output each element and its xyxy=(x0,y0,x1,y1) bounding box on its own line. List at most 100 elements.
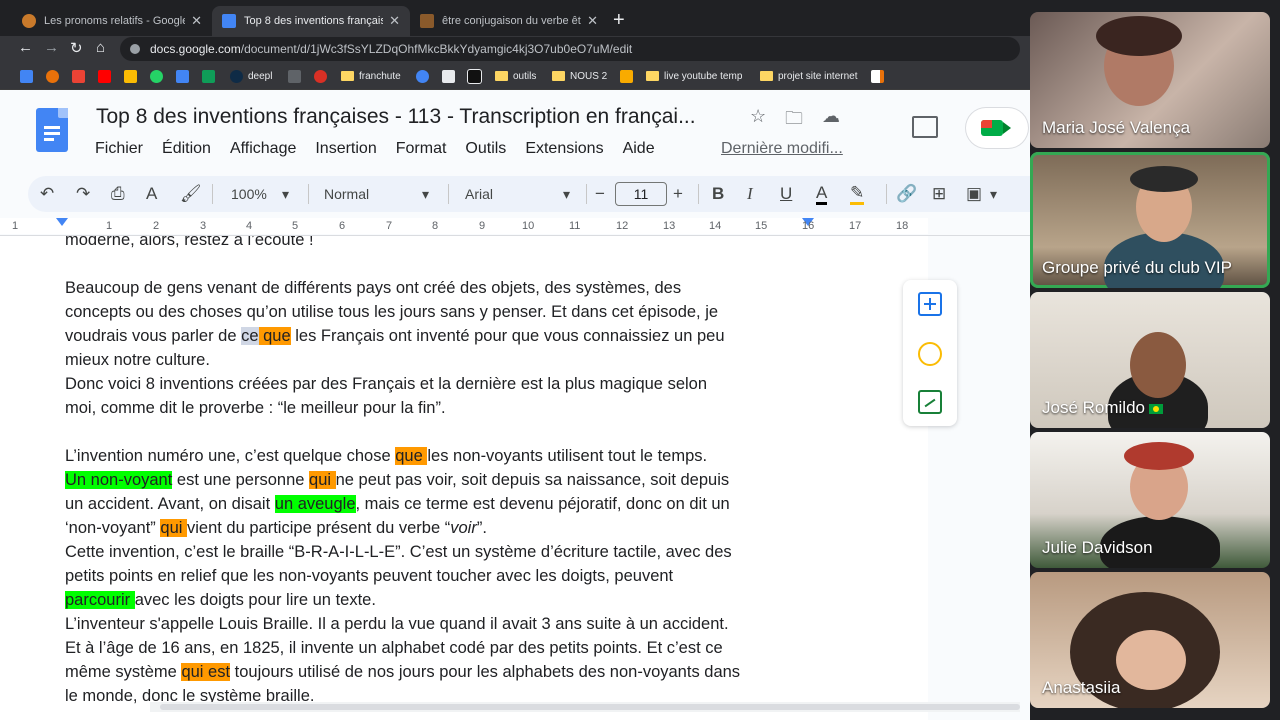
text-run: un accident. Avant, on disait xyxy=(65,495,275,513)
text-color-icon[interactable]: A xyxy=(816,184,828,205)
gmail-icon xyxy=(72,69,85,83)
forward-arrow-icon[interactable]: → xyxy=(44,39,59,56)
bookmark-outils[interactable]: outils xyxy=(495,68,536,84)
menu-affichage[interactable]: Affichage xyxy=(230,140,296,158)
undo-icon[interactable]: ↶ xyxy=(40,184,54,204)
bookmark-icon-only[interactable] xyxy=(46,68,64,84)
chevron-down-icon[interactable]: ▾ xyxy=(563,186,570,203)
reload-icon[interactable]: ↻ xyxy=(70,39,83,57)
bookmark-nous2[interactable]: NOUS 2 xyxy=(552,68,607,84)
add-comment-icon[interactable] xyxy=(918,292,942,316)
ruler-number: 1 xyxy=(12,220,19,232)
bookmark-icon-only[interactable] xyxy=(416,68,434,84)
participant-hair xyxy=(1096,16,1182,56)
style-select[interactable]: Normal xyxy=(324,186,369,202)
meet-button[interactable] xyxy=(966,108,1028,148)
bold-icon[interactable]: B xyxy=(712,184,724,204)
participant-tile[interactable]: Anastasiia xyxy=(1030,572,1270,708)
brazil-flag-icon xyxy=(1149,403,1163,414)
bookmark-icon-only[interactable] xyxy=(620,68,638,84)
bookmark-icon-only[interactable] xyxy=(314,68,332,84)
bookmark-icon-only[interactable] xyxy=(98,68,116,84)
font-select[interactable]: Arial xyxy=(465,186,493,202)
menu-insertion[interactable]: Insertion xyxy=(315,140,376,158)
page-favicon-icon xyxy=(420,14,434,28)
font-size-input[interactable]: 11 xyxy=(615,182,667,206)
bookmark-projet-site-internet[interactable]: projet site internet xyxy=(760,68,858,84)
chevron-down-icon[interactable]: ▾ xyxy=(422,186,429,203)
close-tab-icon[interactable]: ✕ xyxy=(389,13,400,29)
ruler-band xyxy=(0,218,928,234)
participant-tile[interactable]: Julie Davidson xyxy=(1030,432,1270,568)
bookmark-icon-only[interactable] xyxy=(288,68,306,84)
home-icon[interactable]: ⌂ xyxy=(96,39,105,56)
bookmark-favicon-icon xyxy=(620,69,633,83)
highlight-color-icon[interactable]: ✎ xyxy=(850,184,865,205)
bookmark-live-youtube-temp[interactable]: live youtube temp xyxy=(646,68,742,84)
highlighted-text: qui xyxy=(309,471,336,489)
browser-tab[interactable]: être conjugaison du verbe être - ✕ xyxy=(410,6,608,36)
scrollbar-thumb[interactable] xyxy=(160,704,1020,710)
browser-tab-active[interactable]: Top 8 des inventions françaises - ✕ xyxy=(212,6,410,36)
text-line: Un non-voyant est une personne qui ne pe… xyxy=(65,468,729,492)
docs-logo-icon[interactable] xyxy=(36,108,68,152)
bookmark-favicon-icon xyxy=(468,69,481,83)
participant-tile-active[interactable]: Groupe privé du club VIP xyxy=(1030,152,1270,288)
cloud-saved-icon[interactable]: ☁ xyxy=(822,106,840,127)
new-tab-button[interactable]: + xyxy=(613,9,625,32)
horizontal-scrollbar[interactable] xyxy=(150,702,1020,712)
decrease-font-size-icon[interactable]: − xyxy=(595,184,605,204)
document-title[interactable]: Top 8 des inventions françaises - 113 - … xyxy=(96,105,696,129)
participant-tile[interactable]: José Romildo xyxy=(1030,292,1270,428)
bookmark-deepl[interactable]: deepl xyxy=(230,68,272,84)
paint-format-icon[interactable]: 🖌 xyxy=(180,184,202,204)
text-line: L’inventeur s'appelle Louis Braille. Il … xyxy=(65,615,729,633)
chevron-down-icon[interactable]: ▾ xyxy=(282,186,289,203)
bookmark-icon-only[interactable] xyxy=(72,68,90,84)
close-tab-icon[interactable]: ✕ xyxy=(587,13,598,29)
menu-aide[interactable]: Aide xyxy=(623,140,655,158)
last-modified-link[interactable]: Dernière modifi... xyxy=(721,140,843,158)
spellcheck-icon[interactable]: A xyxy=(146,184,157,204)
insert-link-icon[interactable]: 🔗 xyxy=(896,184,917,204)
meet-camera-icon xyxy=(981,120,1011,136)
text-run: même système xyxy=(65,663,182,681)
menu-outils[interactable]: Outils xyxy=(465,140,506,158)
bookmark-franchute[interactable]: franchute xyxy=(341,68,401,84)
participant-tile[interactable]: Maria José Valença xyxy=(1030,12,1270,148)
bookmark-icon-only[interactable] xyxy=(20,68,38,84)
print-icon[interactable]: ⎙ xyxy=(111,184,125,204)
chevron-down-icon[interactable]: ▾ xyxy=(990,186,997,203)
underline-icon[interactable]: U xyxy=(780,184,792,204)
browser-tab[interactable]: Les pronoms relatifs - Google Ja ✕ xyxy=(12,6,212,36)
move-folder-icon[interactable]: 🗀 xyxy=(785,106,803,136)
redo-icon[interactable]: ↷ xyxy=(76,184,90,204)
close-tab-icon[interactable]: ✕ xyxy=(191,13,202,29)
address-bar[interactable]: docs.google.com /document/d/1jWc3fSsYLZD… xyxy=(120,37,1020,61)
comments-icon[interactable] xyxy=(912,116,938,138)
ruler-number: 8 xyxy=(432,220,439,232)
insert-image-icon[interactable]: ▣ xyxy=(966,184,982,204)
zoom-select[interactable]: 100% xyxy=(231,186,267,202)
menu-edition[interactable]: Édition xyxy=(162,140,211,158)
bookmark-icon-only[interactable] xyxy=(202,68,220,84)
back-arrow-icon[interactable]: ← xyxy=(18,39,33,56)
menu-extensions[interactable]: Extensions xyxy=(525,140,603,158)
increase-font-size-icon[interactable]: + xyxy=(673,184,683,204)
bookmark-icon-only[interactable] xyxy=(468,68,486,84)
participant-name: Maria José Valença xyxy=(1042,118,1191,137)
italic-icon[interactable]: I xyxy=(747,184,753,204)
emoji-reaction-icon[interactable] xyxy=(918,342,942,366)
menu-format[interactable]: Format xyxy=(396,140,447,158)
bookmark-icon-only[interactable] xyxy=(124,68,142,84)
bookmark-icon-only[interactable] xyxy=(150,68,168,84)
left-indent-marker[interactable] xyxy=(56,218,68,226)
bookmark-icon-only[interactable] xyxy=(442,68,460,84)
menu-fichier[interactable]: Fichier xyxy=(95,140,143,158)
suggest-edit-icon[interactable] xyxy=(918,390,942,414)
star-icon[interactable]: ☆ xyxy=(750,106,766,127)
bookmark-icon-only[interactable] xyxy=(871,68,889,84)
add-comment-icon[interactable]: ⊞ xyxy=(932,184,946,204)
bookmark-icon-only[interactable] xyxy=(176,68,194,84)
document-page[interactable]: moderne, alors, restez à l’écoute ! Beau… xyxy=(0,236,928,720)
